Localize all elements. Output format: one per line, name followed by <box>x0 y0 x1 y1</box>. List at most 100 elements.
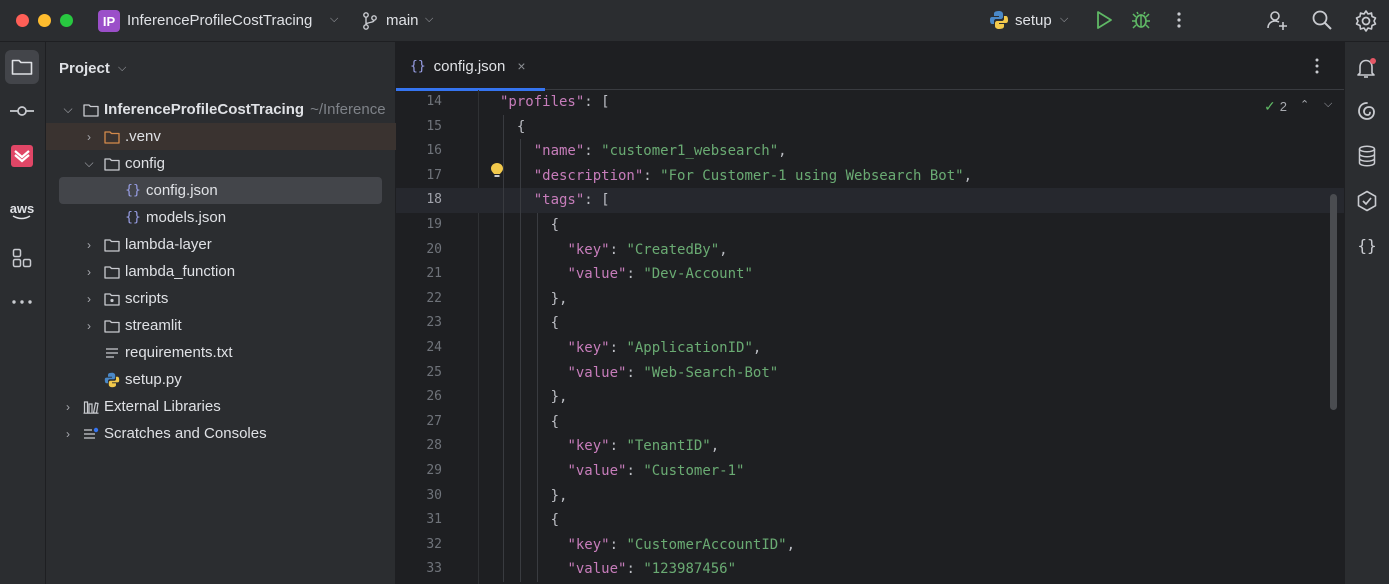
code-line[interactable]: 33 "value": "123987456" <box>396 557 1344 582</box>
project-badge[interactable]: IP <box>98 10 120 32</box>
branch-selector[interactable]: main <box>386 12 419 29</box>
code-line[interactable]: 29 "value": "Customer-1" <box>396 459 1344 484</box>
editor-tab-bar: {} config.json × <box>396 42 1344 91</box>
code-line[interactable]: 17 "description": "For Customer-1 using W… <box>396 164 1344 189</box>
code-line[interactable]: 27 { <box>396 410 1344 435</box>
code-line[interactable]: 21 "value": "Dev-Account" <box>396 262 1344 287</box>
structure-tool-button[interactable] <box>5 241 39 275</box>
json-string: "TenantID" <box>626 438 711 455</box>
more-vertical-icon[interactable] <box>1308 56 1326 76</box>
editor[interactable]: {} config.json × 14 "profiles": [15{ 16 "na… <box>396 42 1344 584</box>
chevron-right-icon[interactable]: › <box>81 130 97 144</box>
code-line[interactable]: 22}, <box>396 287 1344 312</box>
line-number: 16 <box>426 143 442 159</box>
code-line[interactable]: 26}, <box>396 385 1344 410</box>
code-line[interactable]: 25 "value": "Web-Search-Bot" <box>396 361 1344 386</box>
code-text: }, <box>551 484 568 509</box>
tree-item-external-libraries[interactable]: › External Libraries <box>46 393 396 420</box>
code-line[interactable]: 16 "name": "customer1_websearch", <box>396 139 1344 164</box>
tree-item-requirements[interactable]: requirements.txt <box>46 339 396 366</box>
close-icon[interactable]: × <box>517 58 525 74</box>
chevron-right-icon[interactable]: › <box>60 427 76 441</box>
line-number: 23 <box>426 315 442 331</box>
json-punctuation: { <box>516 118 526 135</box>
project-name[interactable]: InferenceProfileCostTracing <box>127 12 312 29</box>
code-text: { <box>551 508 559 533</box>
ai-assistant-button[interactable] <box>1353 97 1381 125</box>
inspection-widget[interactable]: ✓ 2 <box>1264 98 1287 115</box>
line-number: 33 <box>426 561 442 577</box>
code-line[interactable]: 20 "key": "CreatedBy", <box>396 238 1344 263</box>
code-line[interactable]: 30}, <box>396 484 1344 509</box>
code-line[interactable]: 23 { <box>396 311 1344 336</box>
code-line[interactable]: 14 "profiles": [ <box>396 90 1344 115</box>
plugin-tool-button[interactable] <box>5 139 39 173</box>
tree-item-models-json[interactable]: {} models.json <box>46 204 396 231</box>
json-key: "tags" <box>533 192 585 209</box>
run-configuration-selector[interactable]: setup <box>1015 12 1052 29</box>
json-punctuation: { <box>550 315 560 332</box>
code-line[interactable]: 28 "key": "TenantID", <box>396 434 1344 459</box>
tree-item-lambda-layer[interactable]: › lambda-layer <box>46 231 396 258</box>
more-vertical-icon[interactable] <box>1170 9 1188 31</box>
close-window-button[interactable] <box>16 14 29 27</box>
panel-title[interactable]: Project <box>59 60 110 77</box>
more-tools-button[interactable] <box>5 285 39 319</box>
line-number: 28 <box>426 438 442 454</box>
chevron-right-icon[interactable]: › <box>60 400 76 414</box>
chevron-down-icon[interactable]: ⌵ <box>330 13 338 26</box>
tree-item-setup-py[interactable]: setup.py <box>46 366 396 393</box>
chevron-right-icon[interactable]: › <box>81 238 97 252</box>
chevron-right-icon[interactable]: › <box>81 319 97 333</box>
chevron-right-icon[interactable]: › <box>81 292 97 306</box>
next-highlight-icon[interactable]: ⌵ <box>1324 98 1332 111</box>
database-button[interactable] <box>1353 142 1381 170</box>
code-text: "value": "Customer-1" <box>567 459 744 484</box>
minimize-window-button[interactable] <box>38 14 51 27</box>
code-text: "value": "Web-Search-Bot" <box>567 361 778 386</box>
vertical-scrollbar[interactable] <box>1330 194 1337 410</box>
previous-highlight-icon[interactable]: ⌃ <box>1300 98 1309 111</box>
code-text: "name": "customer1_websearch", <box>534 139 787 164</box>
chevron-down-icon[interactable]: ⌵ <box>1060 13 1068 26</box>
settings-icon[interactable] <box>1354 9 1378 33</box>
tree-item-label: config <box>125 155 166 172</box>
json-punctuation: : <box>584 143 602 160</box>
right-tool-strip: {} <box>1344 42 1389 584</box>
code-line[interactable]: 19 { <box>396 213 1344 238</box>
code-line[interactable]: 18 "tags": [ <box>396 188 1344 213</box>
tree-item-config-json[interactable]: {} config.json <box>46 177 396 204</box>
chevron-down-icon[interactable]: ⌵ <box>81 156 97 171</box>
line-number: 27 <box>426 413 442 429</box>
code-line[interactable]: 32 "key": "CustomerAccountID", <box>396 533 1344 558</box>
tree-item-lambda-function[interactable]: › lambda_function <box>46 258 396 285</box>
tree-item-config[interactable]: ⌵ config <box>46 150 396 177</box>
code-line[interactable]: 31 { <box>396 508 1344 533</box>
json-punctuation: , <box>752 340 762 356</box>
add-user-icon[interactable] <box>1266 9 1288 31</box>
json-tool-button[interactable]: {} <box>1353 231 1381 259</box>
cloud-services-button[interactable] <box>1353 187 1381 215</box>
aws-tool-button[interactable]: aws <box>5 194 39 228</box>
tree-item-root[interactable]: ⌵ InferenceProfileCostTracing ~/Inferenc… <box>46 96 396 123</box>
tab-config-json[interactable]: {} config.json × <box>396 42 545 91</box>
debug-icon[interactable] <box>1131 9 1151 31</box>
tree-item-scratches[interactable]: › Scratches and Consoles <box>46 420 396 447</box>
tree-item-scripts[interactable]: › scripts <box>46 285 396 312</box>
tree-item-streamlit[interactable]: › streamlit <box>46 312 396 339</box>
code-line[interactable]: 24 "key": "ApplicationID", <box>396 336 1344 361</box>
notifications-button[interactable] <box>1353 54 1381 82</box>
lightbulb-icon[interactable] <box>490 162 504 180</box>
search-icon[interactable] <box>1311 9 1333 31</box>
chevron-down-icon[interactable]: ⌵ <box>425 13 433 26</box>
project-tool-button[interactable] <box>5 50 39 84</box>
code-line[interactable]: 15 { <box>396 115 1344 140</box>
commit-tool-button[interactable] <box>5 94 39 128</box>
play-icon[interactable] <box>1094 9 1114 31</box>
tree-item-venv[interactable]: › .venv <box>46 123 396 150</box>
chevron-down-icon[interactable]: ⌵ <box>60 102 76 117</box>
maximize-window-button[interactable] <box>60 14 73 27</box>
line-number: 30 <box>426 487 442 503</box>
chevron-down-icon[interactable]: ⌵ <box>118 62 126 75</box>
chevron-right-icon[interactable]: › <box>81 265 97 279</box>
